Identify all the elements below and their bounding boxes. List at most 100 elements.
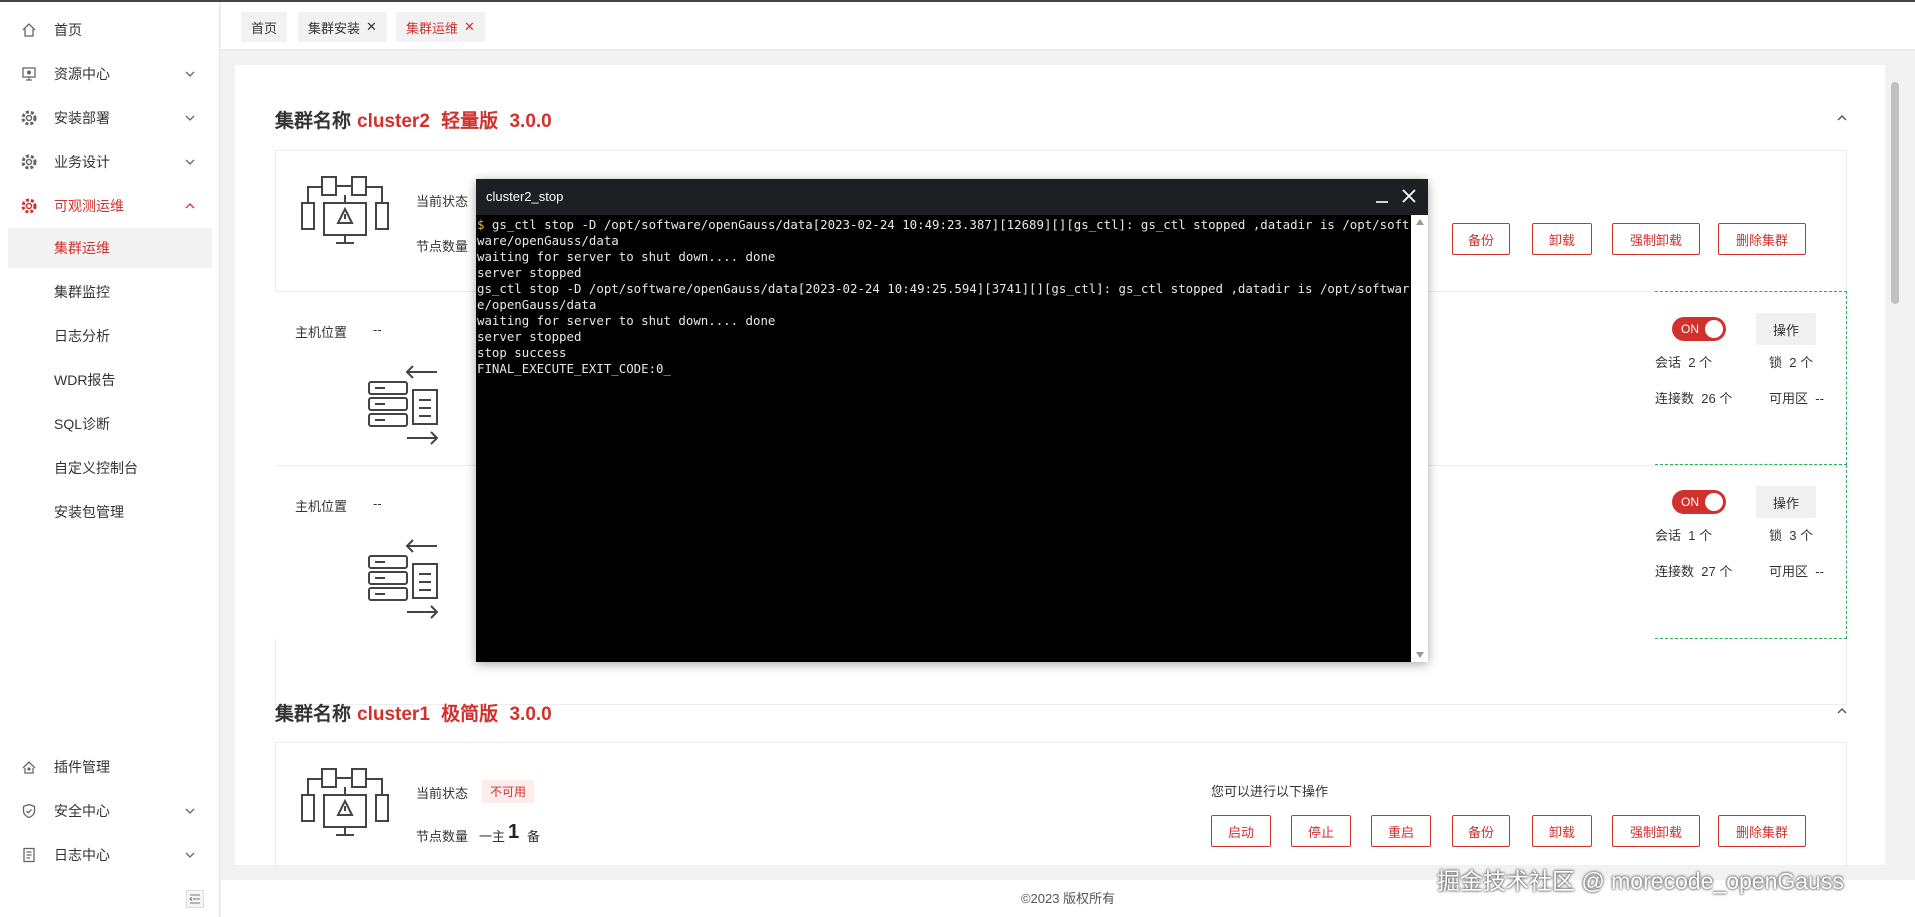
terminal-line: server stopped [477,265,582,280]
sidebar-subitem-label: 安装包管理 [54,504,124,520]
on-toggle[interactable]: ON [1672,490,1726,514]
unit-label: 个 [1719,391,1733,406]
cluster-title: 集群名称 cluster2 轻量版 3.0.0 [275,106,552,133]
start-button[interactable]: 启动 [1211,815,1271,847]
node-primary-label: 一主 [479,829,506,844]
host-stats-panel: ON 操作 会话 1 个 锁 3 个 连接数 27 个 可用区 -- [1655,465,1847,639]
restart-button[interactable]: 重启 [1371,815,1431,847]
node-label: 节点数量 [416,239,469,254]
conn-label: 连接数 [1655,564,1695,579]
tab-label: 集群运维 [406,20,459,36]
host-value: -- [373,496,382,511]
terminal-line: FINAL_EXECUTE_EXIT_CODE:0_ [477,361,671,376]
sidebar-item-home[interactable]: 首页 [0,8,220,52]
backup-button[interactable]: 备份 [1452,815,1510,847]
home-icon [20,21,38,39]
az-value: -- [1815,391,1824,406]
sidebar-subitem-label: WDR报告 [54,372,116,388]
chevron-down-icon [185,115,195,121]
terminal-scrollbar[interactable] [1412,215,1428,662]
conn-value: 26 [1701,391,1716,406]
gear-icon [20,197,38,215]
document-icon [20,846,38,864]
chevron-up-icon[interactable] [1835,111,1849,125]
button-label: 启动 [1227,824,1254,840]
scroll-down-arrow-icon[interactable] [1416,652,1424,658]
node-label: 节点数量 [416,829,469,844]
terminal-header: cluster2_stop [476,179,1428,215]
uninstall-button[interactable]: 卸载 [1532,223,1592,255]
lock-value: 2 [1789,355,1797,370]
delete-cluster-button[interactable]: 删除集群 [1718,815,1806,847]
tab-cluster-ops[interactable]: 集群运维 ✕ [396,12,485,42]
close-icon[interactable]: ✕ [366,19,377,35]
operate-button[interactable]: 操作 [1756,313,1816,345]
button-label: 操作 [1772,495,1799,511]
sidebar-subitem-log-analysis[interactable]: 日志分析 [8,316,212,356]
on-toggle[interactable]: ON [1672,317,1726,341]
button-label: 重启 [1387,824,1414,840]
backup-button[interactable]: 备份 [1452,223,1510,255]
terminal-output[interactable]: $ gs_ctl stop -D /opt/software/openGauss… [476,215,1411,662]
sidebar-subitem-label: 日志分析 [54,328,110,344]
conn-value: 27 [1701,564,1716,579]
state-label: 当前状态 [416,194,469,209]
minimize-icon[interactable] [1374,189,1390,205]
plugin-icon [20,758,38,776]
sidebar-item-security[interactable]: 安全中心 [0,789,220,833]
tab-bar: 首页 集群安装 ✕ 集群运维 ✕ [221,2,1915,50]
sidebar-item-resource[interactable]: 资源中心 [0,52,220,96]
terminal-line: waiting for server to shut down.... done [477,249,776,264]
close-icon[interactable] [1401,188,1417,204]
tab-home[interactable]: 首页 [241,12,288,42]
sidebar-item-plugins[interactable]: 插件管理 [0,745,220,789]
sidebar-subitem-wdr-report[interactable]: WDR报告 [8,360,212,400]
host-label: 主机位置 [295,499,348,514]
unit-label: 个 [1800,528,1814,543]
force-uninstall-button[interactable]: 强制卸载 [1612,815,1700,847]
chevron-up-icon [185,203,195,209]
sidebar-item-log-center[interactable]: 日志中心 [0,833,220,877]
sidebar-subitem-package-mgmt[interactable]: 安装包管理 [8,492,212,532]
sidebar: 首页 资源中心 安装部署 业务设计 可观测运维 集群运维 集群监控 日志分析 W… [0,2,220,917]
terminal-line: server stopped [477,329,582,344]
button-label: 操作 [1772,322,1799,338]
button-label: 备份 [1467,232,1494,248]
sidebar-item-observability[interactable]: 可观测运维 [0,184,220,228]
force-uninstall-button[interactable]: 强制卸载 [1612,223,1700,255]
sidebar-item-business[interactable]: 业务设计 [0,140,220,184]
button-label: 删除集群 [1735,824,1788,840]
page-scrollbar-thumb[interactable] [1891,82,1899,304]
sidebar-subitem-cluster-ops[interactable]: 集群运维 [8,228,212,268]
collapse-sidebar-icon[interactable] [186,890,204,908]
sidebar-item-label: 日志中心 [54,847,110,863]
scroll-up-arrow-icon[interactable] [1416,219,1424,225]
sidebar-item-install[interactable]: 安装部署 [0,96,220,140]
az-label: 可用区 [1769,391,1809,406]
tab-label: 首页 [251,20,278,36]
lock-value: 3 [1789,528,1797,543]
cluster-icon [301,176,389,244]
chevron-up-icon[interactable] [1835,704,1849,718]
cluster-icon [301,768,389,836]
tab-cluster-install[interactable]: 集群安装 ✕ [298,12,387,42]
sidebar-subitem-cluster-monitor[interactable]: 集群监控 [8,272,212,312]
sidebar-subitem-custom-console[interactable]: 自定义控制台 [8,448,212,488]
terminal-line: gs_ctl stop -D /opt/software/openGauss/d… [477,217,1410,248]
host-stats-panel: ON 操作 会话 2 个 锁 2 个 连接数 26 个 可用区 -- [1655,291,1847,465]
cluster-title: 集群名称 cluster1 极简版 3.0.0 [275,699,552,726]
operate-button[interactable]: 操作 [1756,486,1816,518]
close-icon[interactable]: ✕ [464,19,475,35]
sidebar-item-label: 安全中心 [54,803,110,819]
node-count: 1 [508,821,520,843]
uninstall-button[interactable]: 卸载 [1532,815,1592,847]
cluster-edition: 轻量版 [441,111,499,132]
button-label: 停止 [1307,824,1334,840]
cluster-card: 当前状态 不可用 节点数量 一主 1 备 您可以进行以下操作 启动 停止 重启 … [275,742,1847,865]
server-icon [368,365,439,445]
toggle-label: ON [1681,495,1699,509]
stop-button[interactable]: 停止 [1291,815,1351,847]
sidebar-subitem-sql-diagnosis[interactable]: SQL诊断 [8,404,212,444]
sidebar-subitem-label: 自定义控制台 [54,460,138,476]
delete-cluster-button[interactable]: 删除集群 [1718,223,1806,255]
